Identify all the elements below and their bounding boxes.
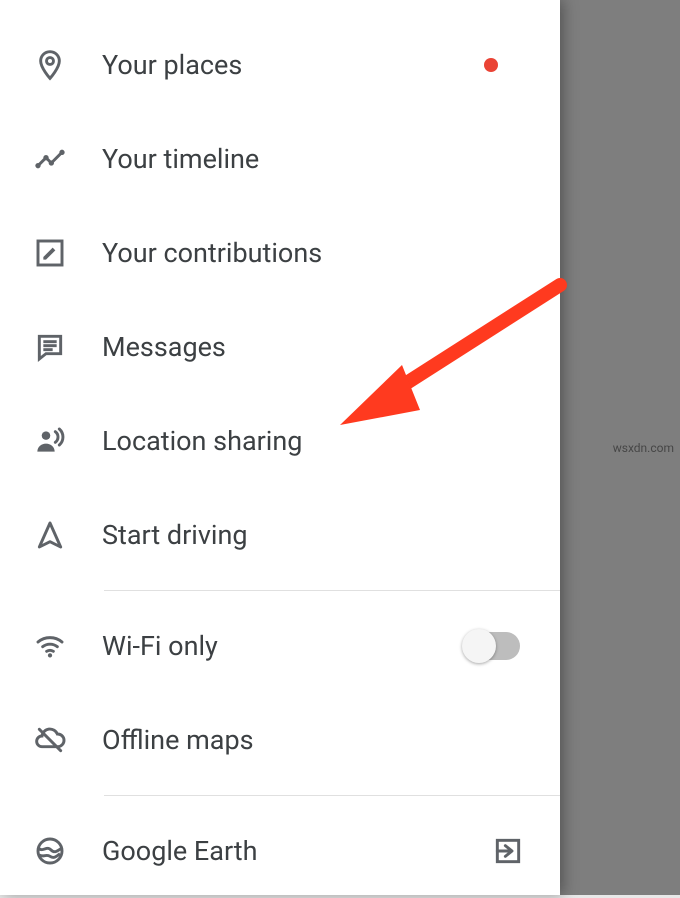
message-icon bbox=[30, 327, 70, 367]
google-earth-icon bbox=[30, 831, 70, 871]
menu-item-location-sharing[interactable]: Location sharing bbox=[0, 394, 560, 488]
watermark: wsxdn.com bbox=[613, 441, 674, 455]
menu-item-messages[interactable]: Messages bbox=[0, 300, 560, 394]
menu-label: Messages bbox=[102, 331, 528, 363]
navigation-arrow-icon bbox=[30, 515, 70, 555]
menu-label: Your contributions bbox=[102, 237, 528, 269]
open-in-new-icon bbox=[488, 831, 528, 871]
menu-item-wifi-only[interactable]: Wi-Fi only bbox=[0, 599, 560, 693]
edit-square-icon bbox=[30, 233, 70, 273]
menu-label: Your places bbox=[102, 49, 484, 81]
navigation-drawer: Your places Your timeline Your contribut… bbox=[0, 0, 560, 895]
menu-item-google-earth[interactable]: Google Earth bbox=[0, 804, 560, 898]
menu-label: Start driving bbox=[102, 519, 528, 551]
wifi-only-toggle[interactable] bbox=[464, 632, 520, 660]
pin-icon bbox=[30, 45, 70, 85]
menu-item-offline-maps[interactable]: Offline maps bbox=[0, 693, 560, 787]
wifi-icon bbox=[30, 626, 70, 666]
cloud-off-icon bbox=[30, 720, 70, 760]
menu-label: Google Earth bbox=[102, 835, 488, 867]
menu-item-your-contributions[interactable]: Your contributions bbox=[0, 206, 560, 300]
menu-label: Wi-Fi only bbox=[102, 630, 464, 662]
menu-label: Location sharing bbox=[102, 425, 528, 457]
divider bbox=[104, 795, 560, 796]
menu-label: Your timeline bbox=[102, 143, 528, 175]
menu-item-start-driving[interactable]: Start driving bbox=[0, 488, 560, 582]
menu-label: Offline maps bbox=[102, 724, 528, 756]
timeline-icon bbox=[30, 139, 70, 179]
toggle-knob bbox=[462, 629, 496, 663]
menu-item-your-timeline[interactable]: Your timeline bbox=[0, 112, 560, 206]
location-sharing-icon bbox=[30, 421, 70, 461]
notification-badge bbox=[484, 58, 498, 72]
menu-item-your-places[interactable]: Your places bbox=[0, 18, 560, 112]
divider bbox=[104, 590, 560, 591]
